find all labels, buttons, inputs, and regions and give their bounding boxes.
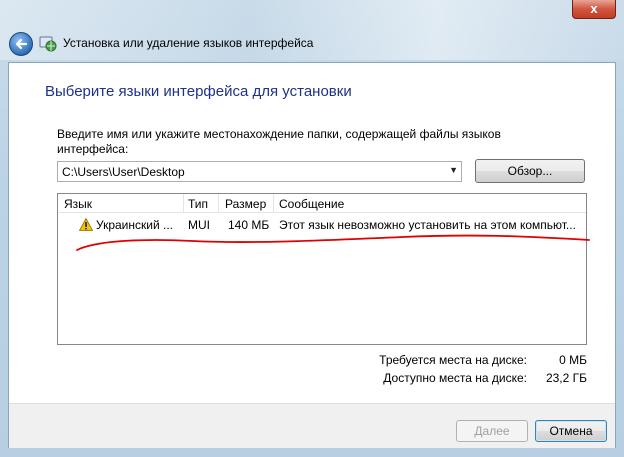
browse-button[interactable]: Обзор... [475, 159, 585, 183]
list-header: Язык Тип Размер Сообщение [58, 194, 586, 213]
available-space-label: Доступно места на диске: [383, 371, 527, 385]
chevron-down-icon[interactable]: ▼ [449, 165, 458, 175]
column-header-language[interactable]: Язык [64, 197, 92, 211]
language-list[interactable]: Язык Тип Размер Сообщение Украинский ...… [57, 193, 587, 345]
column-header-type[interactable]: Тип [188, 197, 208, 211]
cancel-button[interactable]: Отмена [535, 420, 607, 442]
column-header-message[interactable]: Сообщение [279, 197, 344, 211]
page-heading: Выберите языки интерфейса для установки [45, 83, 352, 100]
title-bar-glass [0, 0, 624, 60]
window-title: Установка или удаление языков интерфейса [63, 36, 314, 50]
language-globe-icon [39, 36, 57, 52]
available-space-value: 23,2 ГБ [545, 371, 587, 385]
close-icon: x [590, 1, 598, 16]
folder-path-combobox[interactable]: C:\Users\User\Desktop ▼ [57, 161, 462, 182]
close-button[interactable]: x [572, 0, 616, 19]
red-underline-annotation [76, 234, 590, 251]
column-divider [218, 194, 219, 212]
column-divider [273, 194, 274, 212]
button-bar: Далее Отмена [9, 403, 615, 448]
column-divider [183, 194, 184, 212]
back-button[interactable] [9, 32, 33, 56]
next-button[interactable]: Далее [456, 420, 528, 442]
instruction-text: Введите имя или укажите местонахождение … [57, 127, 501, 156]
arrow-left-icon [15, 38, 28, 50]
folder-path-value: C:\Users\User\Desktop [62, 165, 185, 179]
required-space-value: 0 МБ [559, 353, 587, 367]
required-space-label: Требуется места на диске: [379, 353, 527, 367]
column-header-size[interactable]: Размер [225, 197, 266, 211]
window-frame: x Установка или удаление языков интерфей… [0, 0, 624, 457]
wizard-content: Выберите языки интерфейса для установки … [8, 62, 616, 448]
